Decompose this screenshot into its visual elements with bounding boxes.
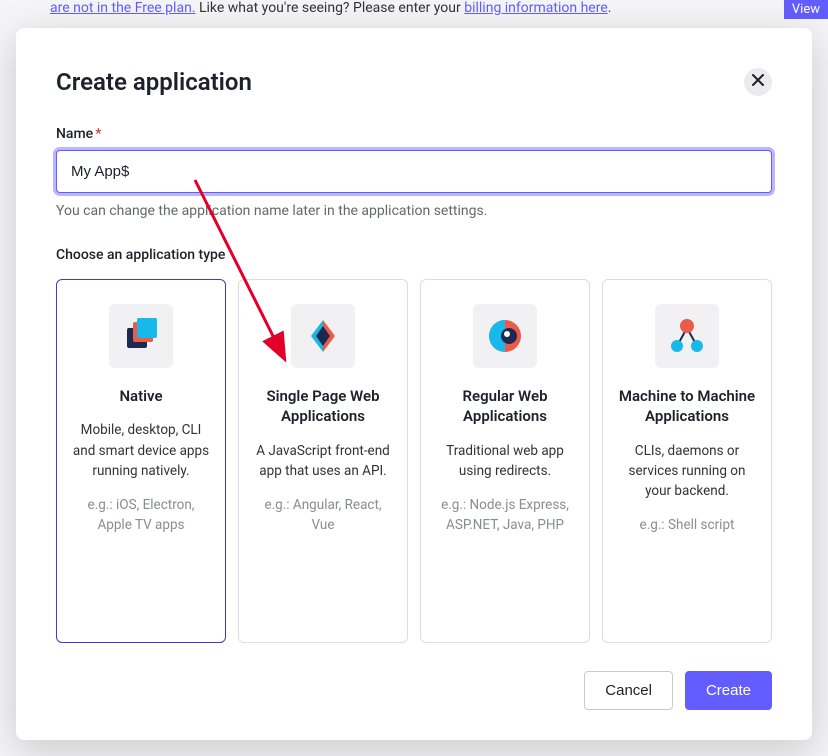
cancel-button[interactable]: Cancel <box>584 671 673 710</box>
close-button[interactable] <box>744 68 772 96</box>
type-desc: A JavaScript front-end app that uses an … <box>253 441 393 482</box>
background-banner: are not in the Free plan. Like what you'… <box>0 0 828 24</box>
create-button[interactable]: Create <box>685 671 772 710</box>
type-desc: Traditional web app using redirects. <box>435 441 575 482</box>
regular-web-icon <box>473 304 537 368</box>
billing-link[interactable]: billing information here <box>464 0 608 16</box>
modal-header: Create application <box>56 68 772 96</box>
app-type-m2m[interactable]: Machine to Machine Applications CLIs, da… <box>602 279 772 643</box>
app-type-label: Choose an application type <box>56 247 772 263</box>
required-indicator: * <box>95 126 101 142</box>
type-example: e.g.: Shell script <box>640 515 735 535</box>
m2m-icon <box>655 304 719 368</box>
type-title: Regular Web Applications <box>435 386 575 427</box>
native-icon <box>109 304 173 368</box>
app-type-native[interactable]: Native Mobile, desktop, CLI and smart de… <box>56 279 226 643</box>
banner-text: Like what you're seeing? Please enter yo… <box>196 0 465 16</box>
view-button-background: View <box>784 0 828 19</box>
modal-footer: Cancel Create <box>56 671 772 710</box>
close-icon <box>752 73 764 91</box>
create-application-modal: Create application Name* You can change … <box>16 28 812 740</box>
name-hint: You can change the application name late… <box>56 203 772 219</box>
type-title: Machine to Machine Applications <box>617 386 757 427</box>
app-type-regular-web[interactable]: Regular Web Applications Traditional web… <box>420 279 590 643</box>
app-type-grid: Native Mobile, desktop, CLI and smart de… <box>56 279 772 643</box>
type-example: e.g.: iOS, Electron, Apple TV apps <box>71 495 211 536</box>
type-title: Single Page Web Applications <box>253 386 393 427</box>
type-title: Native <box>119 386 162 406</box>
type-desc: Mobile, desktop, CLI and smart device ap… <box>71 420 211 481</box>
spa-icon <box>291 304 355 368</box>
name-input[interactable] <box>56 150 772 193</box>
name-label: Name* <box>56 126 772 142</box>
type-example: e.g.: Angular, React, Vue <box>253 495 393 536</box>
type-example: e.g.: Node.js Express, ASP.NET, Java, PH… <box>435 495 575 536</box>
modal-title: Create application <box>56 68 252 96</box>
app-type-spa[interactable]: Single Page Web Applications A JavaScrip… <box>238 279 408 643</box>
type-desc: CLIs, daemons or services running on you… <box>617 441 757 502</box>
free-plan-link[interactable]: are not in the Free plan. <box>50 0 196 16</box>
